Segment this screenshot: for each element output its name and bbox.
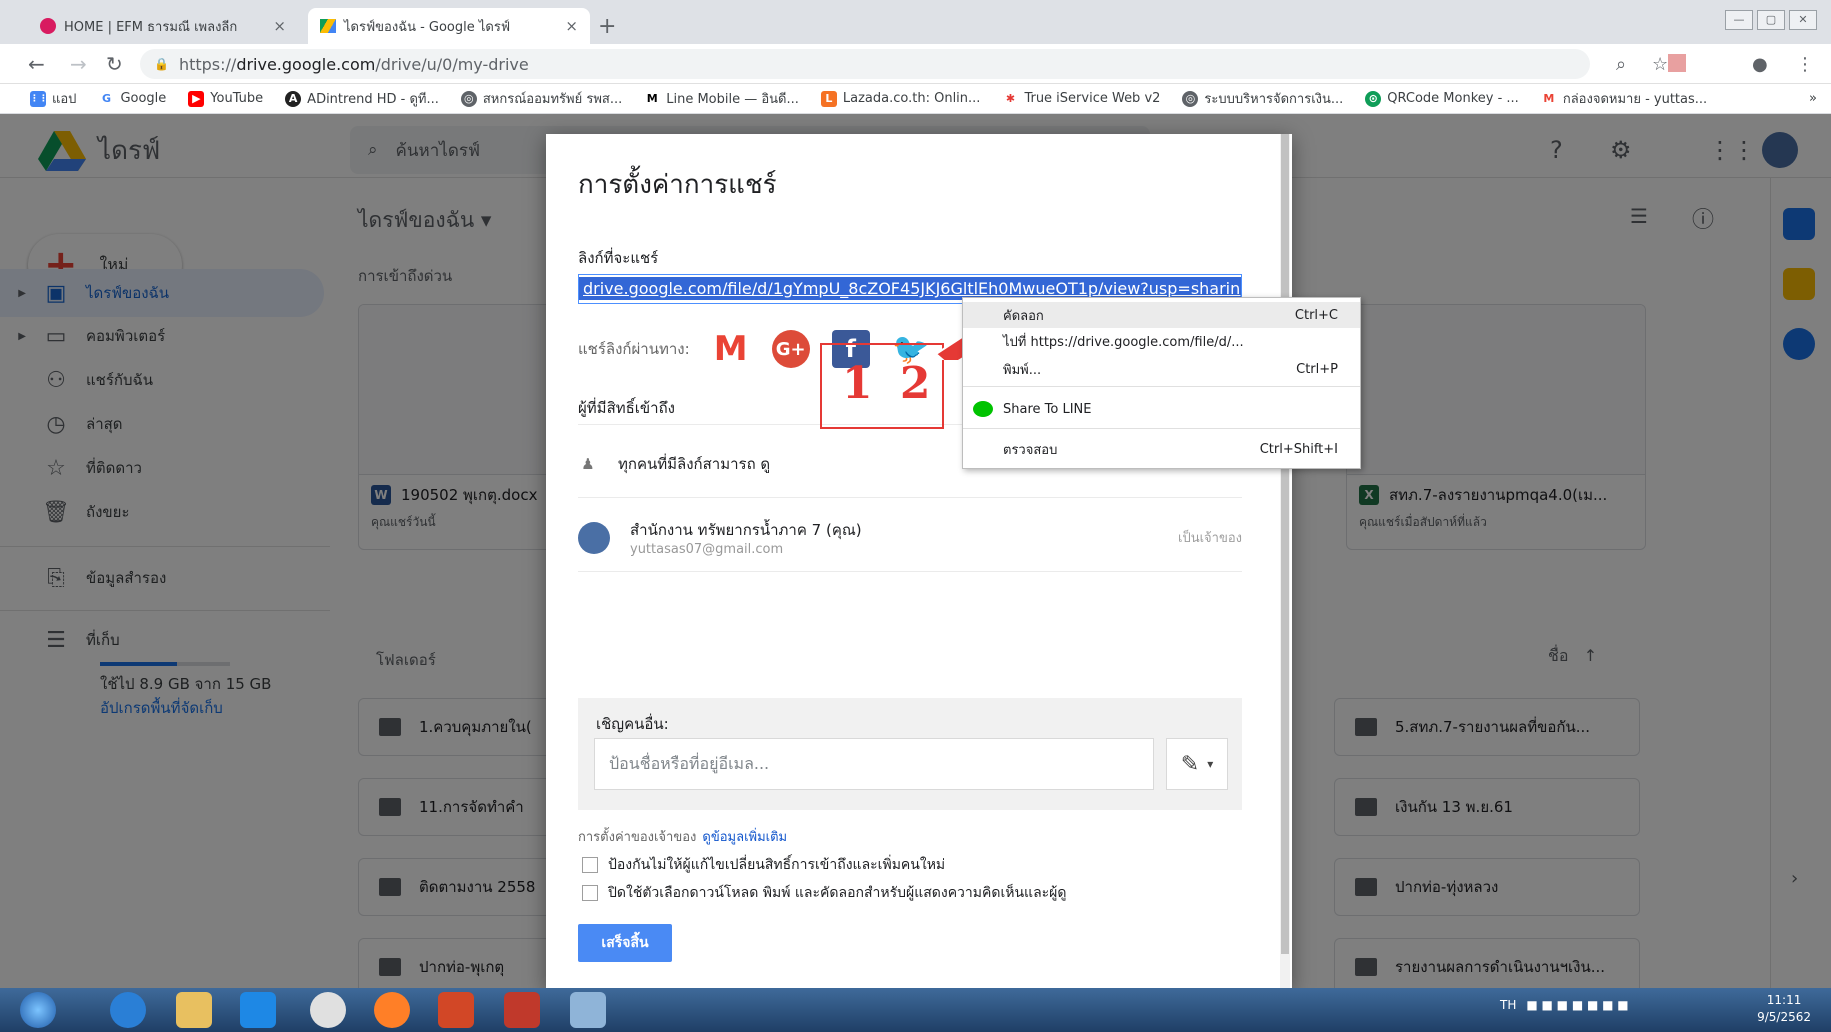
system-tray: TH ■ ■ ■ ■ ■ ■ ■	[1500, 998, 1629, 1012]
star-bookmark-icon[interactable]: ☆	[1652, 54, 1668, 75]
context-menu-share-line[interactable]: Share To LINE	[963, 396, 1360, 422]
tray-icons[interactable]: ■ ■ ■ ■ ■ ■ ■	[1526, 998, 1628, 1012]
browser-tab-drive[interactable]: ไดรฟ์ของฉัน - Google ไดรฟ์ ×	[308, 8, 590, 44]
browser-tab-efm[interactable]: HOME | EFM ธารมณี เพลงลีก ×	[28, 8, 298, 44]
reload-icon[interactable]: ↻	[106, 52, 123, 76]
google-icon: G	[98, 90, 115, 107]
paint-icon[interactable]	[504, 992, 540, 1028]
context-menu-copy[interactable]: คัดลอก Ctrl+C	[963, 302, 1360, 328]
scrollbar-thumb[interactable]	[1281, 134, 1289, 954]
window-controls: — ▢ ✕	[1725, 10, 1817, 30]
prevent-editors-checkbox[interactable]: ป้องกันไม่ให้ผู้แก้ไขเปลี่ยนสิทธิ์การเข้…	[582, 854, 945, 876]
edit-permission-dropdown[interactable]: ✎ ▾	[1166, 738, 1228, 790]
bookmark-line-mobile[interactable]: M Line Mobile — อินดี...	[644, 88, 799, 109]
sharing-settings-dialog: การตั้งค่าการแชร์ ลิงก์ที่จะแชร์ drive.g…	[546, 134, 1292, 990]
browser-menu-icon[interactable]: ⋮	[1796, 54, 1814, 75]
link-people-icon: ♟	[581, 454, 595, 473]
browser-toolbar: ← → ↻ 🔒 https://drive.google.com/drive/u…	[0, 44, 1831, 84]
bookmarks-overflow-icon[interactable]: »	[1809, 91, 1831, 106]
checkbox[interactable]	[582, 885, 598, 901]
bookmark-youtube[interactable]: ▶ YouTube	[188, 90, 263, 107]
dialog-scrollbar[interactable]	[1280, 134, 1290, 990]
access-label: ผู้ที่มีสิทธิ์เข้าถึง	[578, 399, 675, 417]
powerpoint-icon[interactable]	[438, 992, 474, 1028]
tab-title: HOME | EFM ธารมณี เพลงลีก	[64, 19, 238, 35]
lock-icon: 🔒	[154, 57, 169, 71]
file-explorer-icon[interactable]	[176, 992, 212, 1028]
annotation-numbers: 1 2	[842, 358, 937, 409]
chrome-icon[interactable]	[310, 992, 346, 1028]
bookmark-google[interactable]: G Google	[98, 90, 166, 107]
close-window-icon[interactable]: ✕	[1789, 10, 1817, 30]
browser-tab-bar: HOME | EFM ธารมณี เพลงลีก × ไดรฟ์ของฉัน …	[0, 0, 1831, 44]
link-to-share-label: ลิงก์ที่จะแชร์	[578, 249, 659, 267]
true-icon: ✱	[1002, 90, 1019, 107]
google-plus-share-icon[interactable]: G+	[771, 330, 810, 368]
bookmark-lazada[interactable]: L Lazada.co.th: Onlin...	[820, 90, 980, 107]
profile-icon[interactable]: ●	[1752, 54, 1768, 75]
invite-email-input[interactable]: ป้อนชื่อหรือที่อยู่อีเมล...	[594, 738, 1154, 790]
owner-avatar	[578, 521, 610, 554]
back-icon[interactable]: ←	[28, 52, 45, 76]
learn-more-link[interactable]: ดูข้อมูลเพิ่มเติม	[702, 830, 787, 845]
line-icon	[973, 401, 993, 417]
internet-explorer-icon[interactable]	[110, 992, 146, 1028]
disable-download-checkbox[interactable]: ปิดใช้ตัวเลือกดาวน์โหลด พิมพ์ และคัดลอกส…	[582, 882, 1066, 904]
globe-icon: ◎	[1182, 90, 1199, 107]
dialog-title: การตั้งค่าการแชร์	[578, 170, 777, 200]
zoom-icon[interactable]: ⌕	[1616, 54, 1626, 75]
system-clock[interactable]: 11:11 9/5/2562	[1757, 992, 1811, 1026]
lazada-icon: L	[820, 90, 837, 107]
media-player-icon[interactable]	[240, 992, 276, 1028]
line-mobile-icon: M	[644, 90, 661, 107]
tool-icon[interactable]	[570, 992, 606, 1028]
firefox-icon[interactable]	[374, 992, 410, 1028]
permission-row-owner: สำนักงาน ทรัพยากรน้ำภาค 7 (คุณ) yuttasas…	[578, 504, 1242, 572]
globe-icon: ◎	[460, 90, 477, 107]
gmail-share-icon[interactable]: M	[712, 329, 750, 369]
owner-settings: การตั้งค่าของเจ้าของ ดูข้อมูลเพิ่มเติม	[578, 830, 788, 845]
language-indicator[interactable]: TH	[1500, 998, 1516, 1012]
drive-favicon-icon	[320, 19, 336, 33]
windows-taskbar: TH ■ ■ ■ ■ ■ ■ ■ 11:11 9/5/2562	[0, 988, 1831, 1032]
windows-start-icon[interactable]	[20, 992, 56, 1028]
invite-section: เชิญคนอื่น: ป้อนชื่อหรือที่อยู่อีเมล... …	[578, 698, 1242, 810]
bookmark-coop[interactable]: ◎ สหกรณ์ออมทรัพย์ รพส...	[460, 88, 622, 109]
context-menu-goto[interactable]: ไปที่ https://drive.google.com/file/d/..…	[963, 328, 1360, 354]
apps-grid-icon: ⋮⋮	[30, 90, 48, 107]
checkbox[interactable]	[582, 857, 598, 873]
pencil-icon: ✎	[1180, 751, 1200, 777]
dropdown-arrow-icon: ▾	[1207, 757, 1214, 771]
bookmark-qrcode[interactable]: ⊙ QRCode Monkey - ...	[1365, 90, 1519, 107]
gmail-icon: M	[1540, 90, 1557, 107]
address-bar[interactable]: 🔒 https://drive.google.com/drive/u/0/my-…	[140, 49, 1590, 79]
adintrend-icon: A	[285, 90, 302, 107]
done-button[interactable]: เสร็จสิ้น	[578, 924, 672, 962]
extension-pdf-icon[interactable]	[1668, 54, 1686, 72]
efm-favicon-icon	[40, 18, 56, 34]
youtube-icon: ▶	[188, 90, 205, 107]
close-tab-icon[interactable]: ×	[273, 17, 286, 35]
minimize-icon[interactable]: —	[1725, 10, 1753, 30]
forward-icon[interactable]: →	[70, 52, 87, 76]
maximize-icon[interactable]: ▢	[1757, 10, 1785, 30]
qrcode-icon: ⊙	[1365, 90, 1382, 107]
bookmark-gmail[interactable]: M กล่องจดหมาย - yuttas...	[1540, 88, 1707, 109]
menu-separator	[963, 428, 1360, 429]
tab-title: ไดรฟ์ของฉัน - Google ไดรฟ์	[344, 19, 511, 35]
context-menu: คัดลอก Ctrl+C ไปที่ https://drive.google.…	[962, 297, 1361, 469]
bookmarks-bar: ⋮⋮ แอป G Google ▶ YouTube A ADintrend HD - ด…	[0, 84, 1831, 114]
bookmark-finance[interactable]: ◎ ระบบบริหารจัดการเงิน...	[1182, 88, 1343, 109]
menu-separator	[963, 386, 1360, 387]
bookmark-true[interactable]: ✱ True iService Web v2	[1002, 90, 1160, 107]
context-menu-print[interactable]: พิมพ์... Ctrl+P	[963, 356, 1360, 382]
new-tab-icon[interactable]: +	[598, 14, 616, 39]
bookmark-adintrend[interactable]: A ADintrend HD - ดูที...	[285, 88, 439, 109]
url-text: https://drive.google.com/drive/u/0/my-dr…	[178, 54, 529, 74]
close-tab-icon[interactable]: ×	[565, 17, 578, 35]
bookmark-apps[interactable]: ⋮⋮ แอป	[30, 88, 76, 109]
context-menu-inspect[interactable]: ตรวจสอบ Ctrl+Shift+I	[963, 436, 1360, 462]
